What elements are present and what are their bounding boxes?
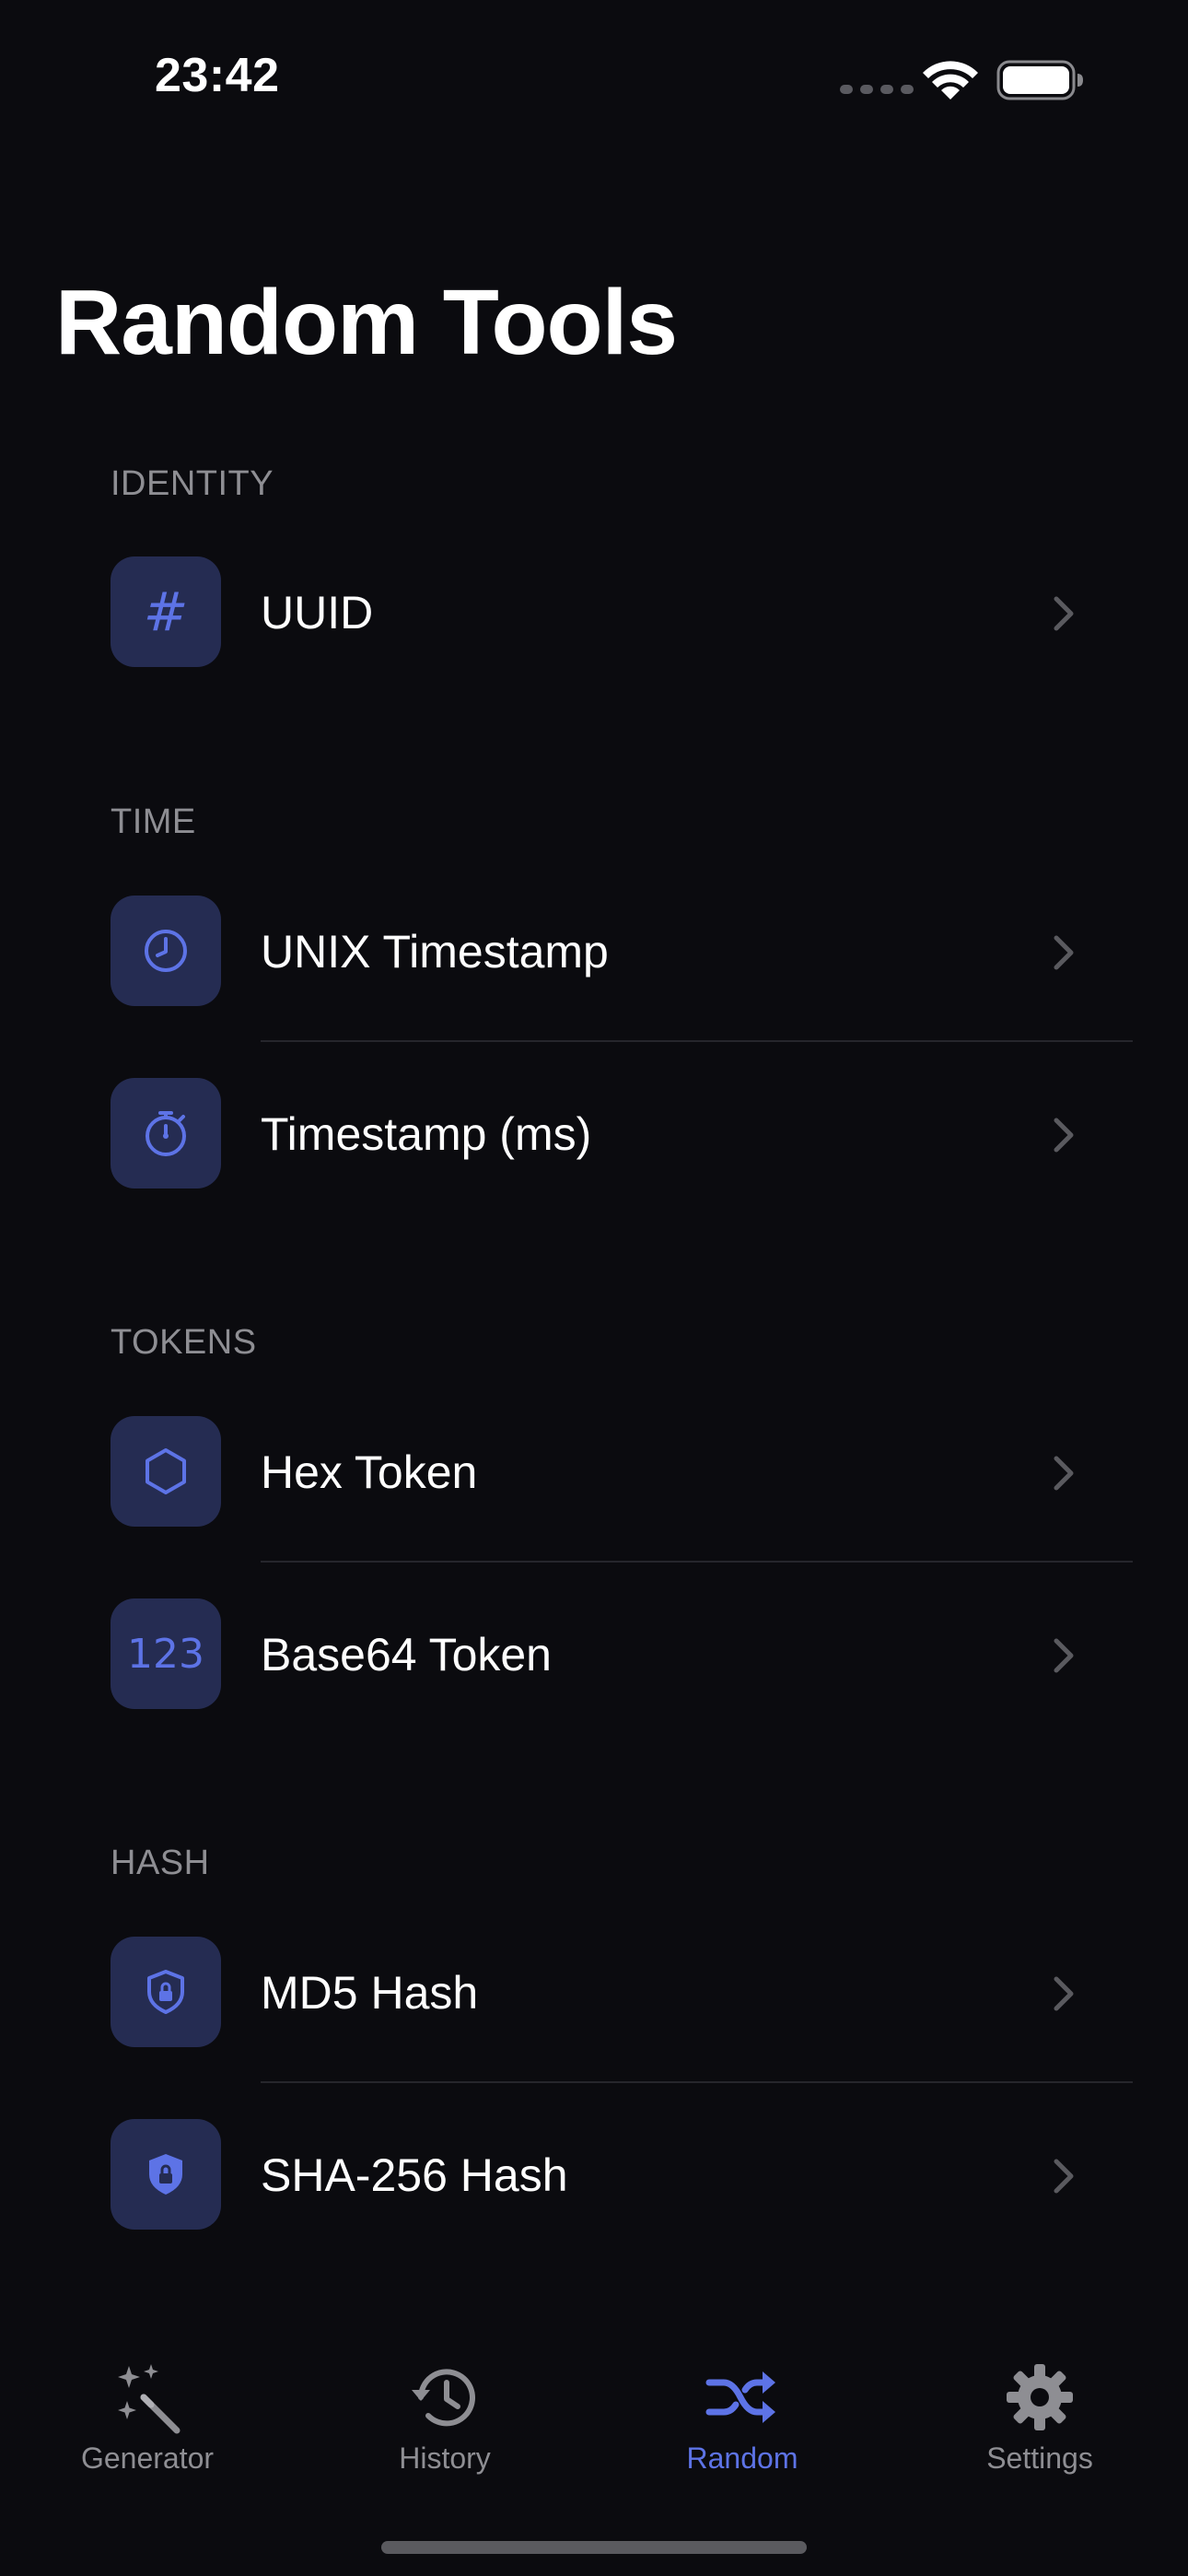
stopwatch-icon <box>111 1078 221 1188</box>
wifi-icon <box>923 61 978 100</box>
status-time: 23:42 <box>155 49 280 102</box>
tool-row-unix-timestamp[interactable]: UNIX Timestamp <box>0 859 1188 1041</box>
tool-row-base64-token[interactable]: 123 Base64 Token <box>0 1562 1188 1744</box>
tool-row-label: UNIX Timestamp <box>261 926 609 978</box>
numbers-icon: 123 <box>111 1598 221 1709</box>
tool-row-label: MD5 Hash <box>261 1967 479 2019</box>
tool-row-label: UUID <box>261 587 374 638</box>
tab-label: Generator <box>80 2441 215 2475</box>
status-bar: 23:42 <box>0 0 1188 157</box>
lock-shield-outline-icon <box>111 1937 221 2047</box>
chevron-right-icon <box>1054 1456 1074 1491</box>
section-header-tokens: TOKENS <box>111 1323 257 1362</box>
tab-generator[interactable]: Generator <box>55 2340 239 2497</box>
hexagon-icon <box>111 1416 221 1527</box>
lock-shield-filled-icon <box>111 2119 221 2230</box>
gear-icon <box>1007 2364 1073 2430</box>
tool-row-label: SHA-256 Hash <box>261 2149 568 2201</box>
tool-row-label: Base64 Token <box>261 1629 552 1680</box>
chevron-right-icon <box>1054 935 1074 970</box>
tab-settings[interactable]: Settings <box>948 2340 1132 2497</box>
chevron-right-icon <box>1054 1118 1074 1153</box>
home-indicator <box>381 2541 807 2554</box>
page-title: Random Tools <box>55 271 678 374</box>
tool-row-sha256-hash[interactable]: SHA-256 Hash <box>0 2082 1188 2265</box>
tab-history[interactable]: History <box>353 2340 537 2497</box>
shuffle-icon <box>705 2371 775 2423</box>
tool-row-timestamp-ms[interactable]: Timestamp (ms) <box>0 1041 1188 1224</box>
magic-wand-icon <box>118 2364 181 2434</box>
chevron-right-icon <box>1054 2159 1074 2194</box>
section-header-hash: HASH <box>111 1844 210 1882</box>
tool-row-hex-token[interactable]: Hex Token <box>0 1379 1188 1562</box>
section-header-identity: IDENTITY <box>111 464 274 503</box>
tool-row-label: Hex Token <box>261 1446 478 1498</box>
section-header-time: TIME <box>111 802 196 841</box>
hash-icon: # <box>111 556 221 667</box>
history-clock-icon <box>412 2369 475 2427</box>
chevron-right-icon <box>1054 1638 1074 1673</box>
chevron-right-icon <box>1054 1976 1074 2011</box>
tool-row-label: Timestamp (ms) <box>261 1108 592 1160</box>
tool-row-md5-hash[interactable]: MD5 Hash <box>0 1900 1188 2082</box>
clock-icon <box>111 896 221 1006</box>
tool-row-uuid[interactable]: # UUID <box>0 520 1188 702</box>
cellular-signal-icon <box>840 85 914 94</box>
tab-label: History <box>399 2441 491 2475</box>
chevron-right-icon <box>1054 596 1074 631</box>
tab-label: Settings <box>986 2441 1093 2475</box>
tab-label: Random <box>686 2441 798 2475</box>
battery-icon <box>996 60 1083 100</box>
tab-random[interactable]: Random <box>650 2340 834 2497</box>
